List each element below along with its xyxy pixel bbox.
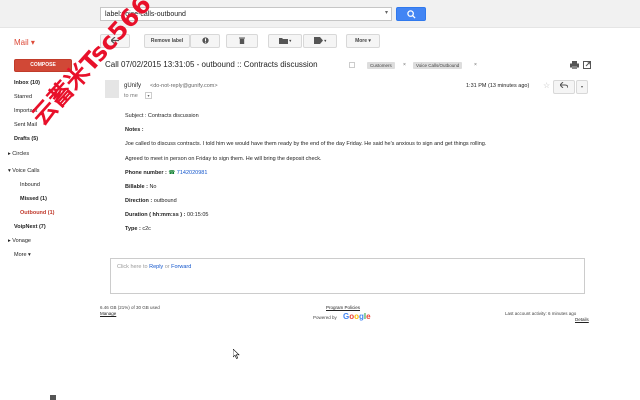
recipient-label: to me	[124, 93, 138, 99]
reply-prompt: Click here to Reply or Forward	[117, 264, 191, 270]
trash-icon	[239, 37, 245, 45]
body-phone-row: Phone number : ☎ 7142020981	[125, 170, 207, 176]
more-button[interactable]: More ▾	[346, 34, 380, 48]
reply-or: or	[163, 264, 172, 270]
sidebar-item-more[interactable]: More ▾	[14, 252, 31, 258]
sidebar-item-vonage[interactable]: ▸ Vonage	[8, 238, 31, 244]
direction-value: outbound	[153, 198, 177, 204]
label-chip-voice-calls-outbound[interactable]: Voice Calls/Outbound	[413, 62, 463, 69]
remove-label-icon[interactable]: ×	[403, 62, 406, 68]
move-dropdown-icon: ▾	[289, 38, 292, 43]
sender-name[interactable]: gUnify	[124, 83, 141, 89]
search-icon	[407, 10, 416, 19]
important-marker-icon[interactable]	[349, 62, 355, 68]
google-logo: Google	[343, 312, 371, 321]
type-value: c2c	[142, 226, 151, 232]
search-button[interactable]	[396, 7, 426, 21]
scrollbar-thumb[interactable]	[50, 395, 56, 400]
manage-link[interactable]: Manage	[100, 311, 116, 316]
label-chip-customers[interactable]: Customers	[367, 62, 395, 69]
phone-label: Phone number :	[125, 170, 167, 176]
billable-label: Billable :	[125, 184, 148, 190]
billable-value: No	[149, 184, 157, 190]
details-link[interactable]: Details	[575, 317, 589, 322]
sidebar-item-missed[interactable]: Missed (1)	[20, 196, 47, 202]
reply-box[interactable]: Click here to Reply or Forward	[110, 258, 585, 294]
show-details-icon[interactable]: ▾	[145, 92, 152, 99]
labels-button[interactable]: ▾	[303, 34, 337, 48]
print-icon[interactable]	[570, 61, 579, 69]
phone-value[interactable]: 7142020981	[177, 170, 208, 176]
sidebar-item-drafts[interactable]: Drafts (5)	[14, 136, 38, 142]
search-options-icon[interactable]: ▾	[385, 9, 388, 16]
label-tag-icon	[313, 37, 323, 45]
duration-label: Duration ( hh:mm:ss ) :	[125, 212, 186, 218]
reply-link[interactable]: Reply	[149, 264, 163, 270]
sender-email: <do-not-reply@gunify.com>	[150, 83, 218, 89]
last-activity: Last account activity: 6 minutes ago	[505, 311, 577, 316]
body-notes-text-2: Agreed to meet in person on Friday to si…	[125, 156, 322, 162]
remove-label-icon[interactable]: ×	[474, 62, 477, 68]
mouse-cursor-icon	[233, 349, 240, 359]
body-subject: Subject : Contracts discussion	[125, 113, 199, 119]
sidebar-item-inbound[interactable]: Inbound	[20, 182, 40, 188]
labels-dropdown-icon: ▾	[324, 38, 327, 43]
spam-icon	[201, 37, 209, 44]
message-subject: Call 07/02/2015 13:31:05 - outbound :: C…	[105, 60, 318, 69]
sidebar-item-voipnext[interactable]: VoipNext (7)	[14, 224, 46, 230]
direction-label: Direction :	[125, 198, 153, 204]
sidebar-item-sent[interactable]: Sent Mail	[14, 122, 37, 128]
program-policies-link[interactable]: Program Policies	[326, 305, 360, 310]
forward-link[interactable]: Forward	[171, 264, 191, 270]
reply-icon	[559, 81, 569, 89]
reply-button[interactable]	[553, 80, 575, 94]
reply-prefix: Click here to	[117, 264, 150, 270]
sidebar-item-voice-calls[interactable]: ▾ Voice Calls	[8, 168, 40, 174]
body-billable-row: Billable : No	[125, 184, 156, 190]
mail-menu[interactable]: Mail ▾	[14, 38, 35, 47]
type-label: Type :	[125, 226, 141, 232]
move-to-button[interactable]: ▾	[268, 34, 302, 48]
new-window-icon[interactable]	[583, 61, 591, 69]
powered-by-text: Powered by	[313, 315, 337, 320]
delete-button[interactable]	[226, 34, 258, 48]
body-type-row: Type : c2c	[125, 226, 151, 232]
sidebar-item-outbound[interactable]: Outbound (1)	[20, 210, 55, 216]
message-more-button[interactable]: ▾	[576, 80, 588, 94]
body-notes-label: Notes :	[125, 127, 144, 133]
storage-usage: 6.46 GB (21%) of 30 GB used	[100, 305, 160, 310]
body-notes-text: Joe called to discuss contracts. I told …	[125, 141, 487, 147]
body-direction-row: Direction : outbound	[125, 198, 177, 204]
sidebar-item-circles[interactable]: ▸ Circles	[8, 151, 29, 157]
duration-value: 00:15:05	[187, 212, 209, 218]
folder-icon	[278, 38, 288, 45]
body-duration-row: Duration ( hh:mm:ss ) : 00:15:05	[125, 212, 208, 218]
message-time: 1:31 PM (13 minutes ago)	[466, 83, 530, 89]
report-spam-button[interactable]	[190, 34, 220, 48]
star-icon[interactable]: ☆	[543, 81, 550, 90]
remove-label-button[interactable]: Remove label	[144, 34, 190, 48]
avatar	[105, 80, 119, 98]
phone-icon: ☎	[168, 170, 176, 176]
sidebar-item-inbox[interactable]: Inbox (10)	[14, 80, 40, 86]
